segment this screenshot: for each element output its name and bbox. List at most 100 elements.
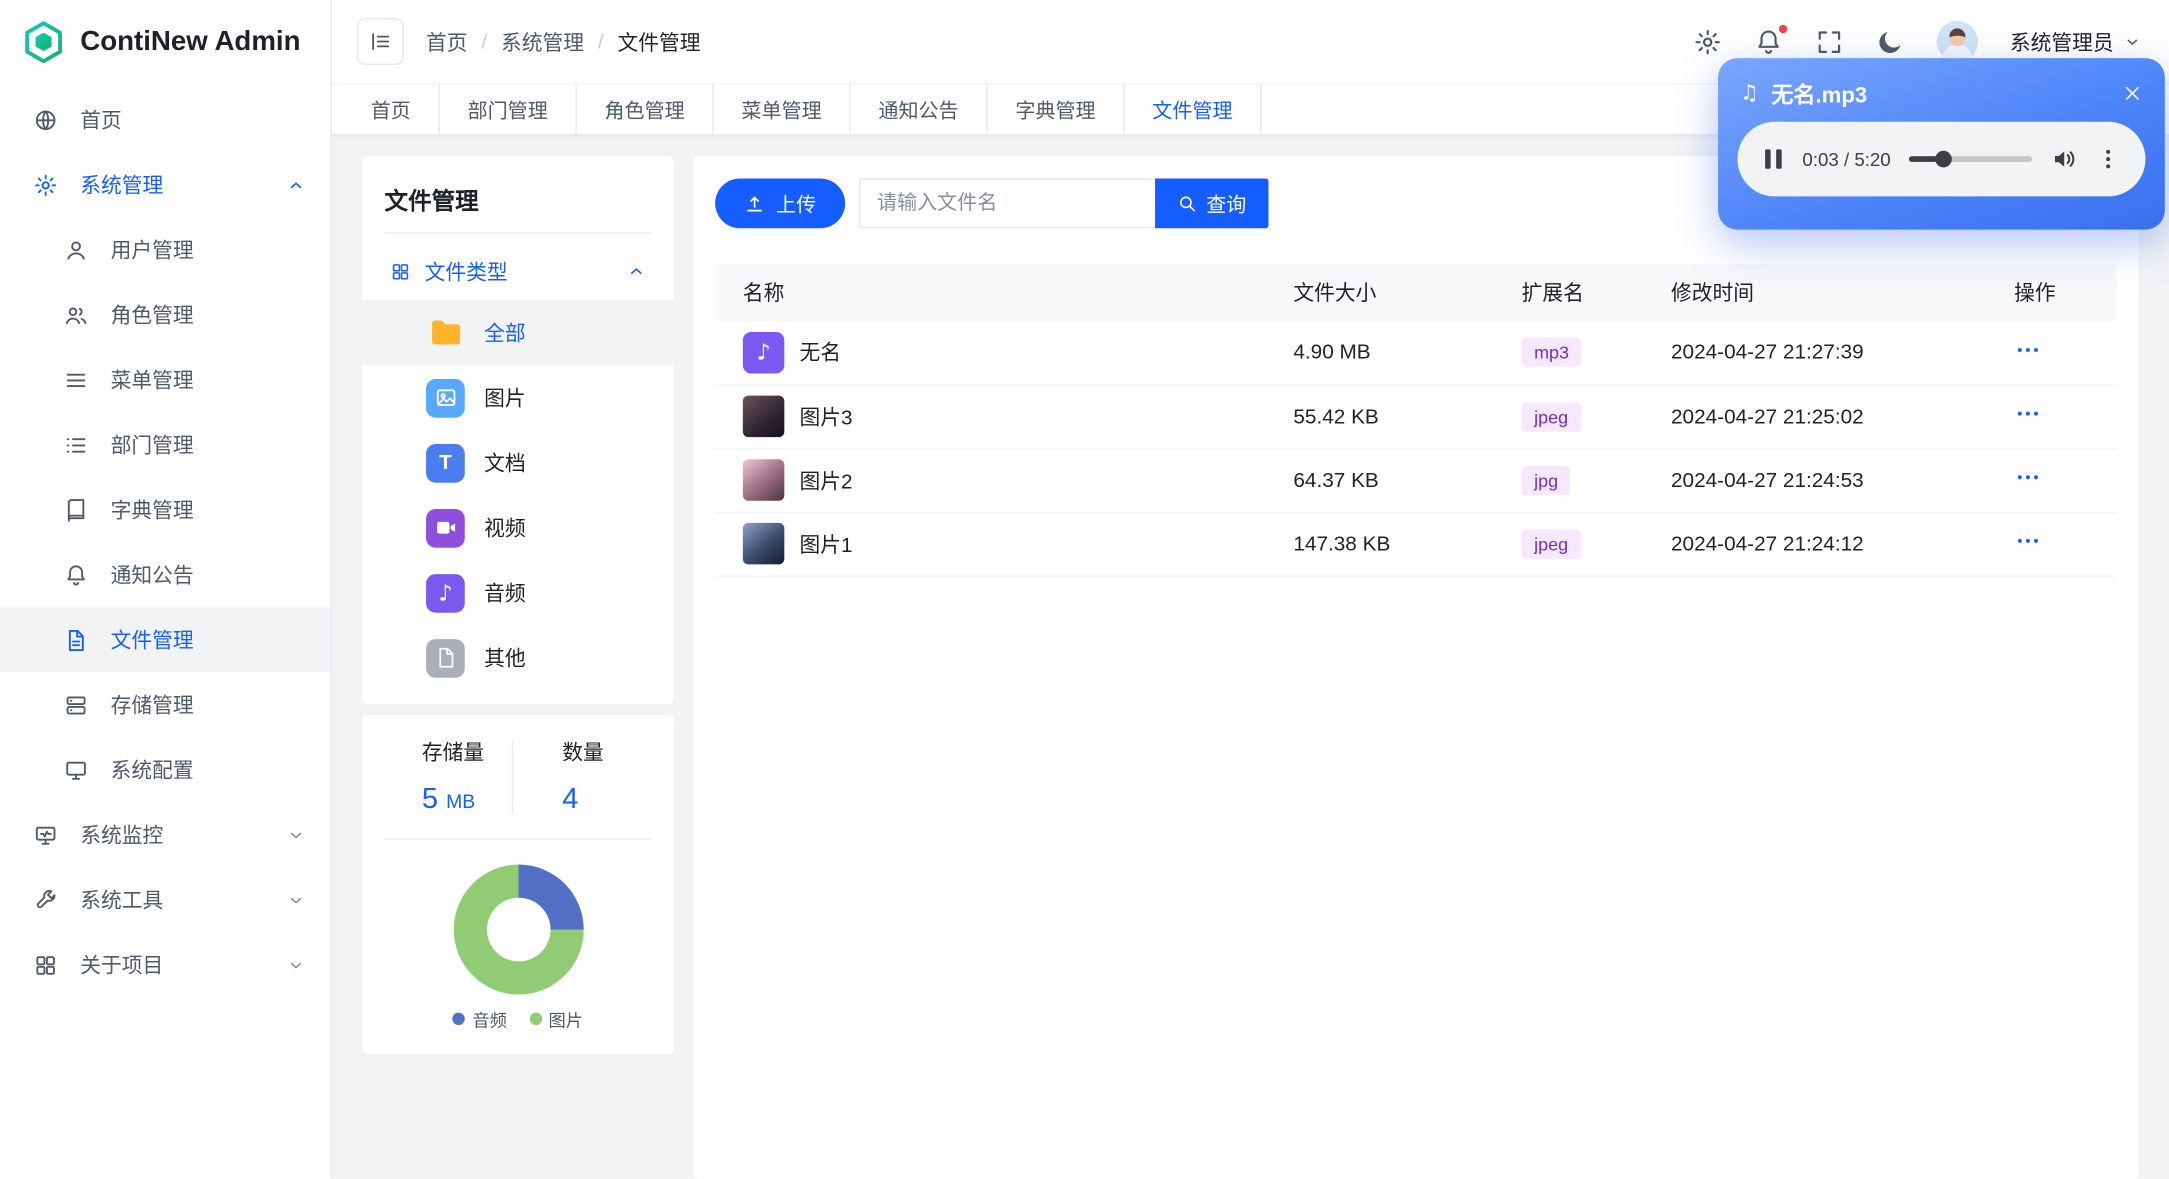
topbar-actions: 系统管理员 xyxy=(1693,20,2141,63)
sidebar-item-系统工具[interactable]: 系统工具 xyxy=(0,867,331,932)
sidebar-item-label: 字典管理 xyxy=(110,499,194,523)
sidebar-item-label: 系统监控 xyxy=(80,824,164,848)
sidebar-item-系统管理[interactable]: 系统管理 xyxy=(0,152,331,217)
actions-cell xyxy=(2014,448,2117,513)
legend-item-图片[interactable]: 图片 xyxy=(529,1006,583,1032)
query-button[interactable]: 查询 xyxy=(1155,178,1269,229)
sidebar-item-用户管理[interactable]: 用户管理 xyxy=(0,217,331,282)
sidebar-item-通知公告[interactable]: 通知公告 xyxy=(0,542,331,607)
tab-字典管理[interactable]: 字典管理 xyxy=(987,84,1125,135)
legend-label: 音频 xyxy=(472,1011,507,1031)
table-header-row: 名称 文件大小 扩展名 修改时间 操作 xyxy=(715,264,2117,321)
avatar[interactable] xyxy=(1936,20,1979,63)
table-row[interactable]: 图片1 147.38 KB jpeg 2024-04-27 21:24:12 xyxy=(715,511,2117,577)
file-type-视频[interactable]: 视频 xyxy=(362,495,673,560)
extension-badge: jpeg xyxy=(1521,529,1581,559)
app-logo[interactable]: ContiNew Admin xyxy=(0,0,331,83)
sidebar-item-label: 关于项目 xyxy=(80,954,164,978)
music-icon: ♪ xyxy=(426,573,465,613)
file-name-cell: 图片1 xyxy=(715,511,1294,577)
count-label: 数量 xyxy=(562,741,604,765)
chart-legend: 音频 图片 xyxy=(385,1006,652,1035)
player-close-icon[interactable] xyxy=(2122,82,2143,103)
upload-button[interactable]: 上传 xyxy=(715,178,846,229)
sidebar-item-文件管理[interactable]: 文件管理 xyxy=(0,607,331,673)
player-overflow-menu-icon[interactable] xyxy=(2096,147,2121,172)
divider xyxy=(384,232,652,234)
table-row[interactable]: 图片2 64.37 KB jpg 2024-04-27 21:24:53 xyxy=(715,448,2117,513)
modified-time-cell: 2024-04-27 21:24:53 xyxy=(1671,448,2015,513)
volume-icon[interactable] xyxy=(2050,145,2078,173)
filename-search-input[interactable] xyxy=(859,178,1156,229)
column-header-操作: 操作 xyxy=(2014,264,2117,321)
sidebar-item-角色管理[interactable]: 角色管理 xyxy=(0,282,331,347)
sidebar-item-字典管理[interactable]: 字典管理 xyxy=(0,477,331,542)
tab-角色管理[interactable]: 角色管理 xyxy=(576,84,714,135)
file-size-cell: 64.37 KB xyxy=(1293,448,1522,513)
file-type-全部[interactable]: 全部 xyxy=(362,300,674,366)
sidebar-item-存储管理[interactable]: 存储管理 xyxy=(0,672,331,737)
column-header-文件大小: 文件大小 xyxy=(1293,264,1522,321)
sidebar-item-菜单管理[interactable]: 菜单管理 xyxy=(0,347,331,412)
file-table-panel: 上传 查询 名称文件大小扩展名修改时间操作 ♪ 无名 4.90 MBmp3 2024-… xyxy=(693,156,2139,1179)
search-group: 查询 xyxy=(859,178,1269,229)
breadcrumb-item[interactable]: 系统管理 xyxy=(501,27,584,56)
sidebar-item-部门管理[interactable]: 部门管理 xyxy=(0,412,331,477)
sidebar-item-系统配置[interactable]: 系统配置 xyxy=(0,737,331,802)
table-row[interactable]: 图片3 55.42 KB jpeg 2024-04-27 21:25:02 xyxy=(715,384,2117,449)
menu-icon xyxy=(64,367,89,392)
gear-icon xyxy=(33,172,58,197)
tab-菜单管理[interactable]: 菜单管理 xyxy=(713,84,851,135)
tab-文件管理[interactable]: 文件管理 xyxy=(1124,84,1262,135)
extension-cell: jpg xyxy=(1521,448,1672,513)
actions-cell xyxy=(2014,320,2117,386)
extension-cell: jpeg xyxy=(1521,511,1672,577)
bell-icon[interactable] xyxy=(1754,22,1789,56)
moon-icon[interactable] xyxy=(1876,27,1905,56)
user-name: 系统管理员 xyxy=(2009,31,2114,55)
modified-time-cell: 2024-04-27 21:24:12 xyxy=(1671,511,2015,577)
file-name: 图片1 xyxy=(799,533,853,557)
donut-hole xyxy=(486,897,550,962)
divider xyxy=(384,838,652,840)
file-type-音频[interactable]: ♪ 音频 xyxy=(362,560,673,625)
tab-通知公告[interactable]: 通知公告 xyxy=(850,84,988,135)
chart-area xyxy=(385,859,652,1006)
sidebar-item-label: 存储管理 xyxy=(110,694,194,718)
file-type-tree-root[interactable]: 文件类型 xyxy=(385,242,652,300)
sidebar-item-首页[interactable]: 首页 xyxy=(0,87,331,152)
file-type-文档[interactable]: T 文档 xyxy=(362,430,673,495)
legend-item-音频[interactable]: 音频 xyxy=(453,1006,507,1032)
file-name-cell: 图片2 xyxy=(715,448,1294,513)
row-actions-button[interactable] xyxy=(2014,336,2042,364)
gear-icon[interactable] xyxy=(1693,27,1722,56)
sidebar-item-关于项目[interactable]: 关于项目 xyxy=(0,932,331,997)
pause-button[interactable] xyxy=(1762,147,1784,172)
legend-dot xyxy=(529,1012,542,1026)
fullscreen-icon[interactable] xyxy=(1815,27,1844,56)
chevron-down-icon xyxy=(286,825,305,844)
breadcrumb-item[interactable]: 文件管理 xyxy=(617,27,700,56)
folder-icon xyxy=(426,313,465,352)
tab-部门管理[interactable]: 部门管理 xyxy=(439,84,577,135)
legend-dot xyxy=(453,1012,466,1026)
tab-首页[interactable]: 首页 xyxy=(343,84,440,135)
seek-slider[interactable] xyxy=(1908,150,2033,168)
user-icon xyxy=(64,237,89,262)
file-type-图片[interactable]: 图片 xyxy=(362,365,673,430)
breadcrumb-item[interactable]: 首页 xyxy=(426,27,468,56)
file-type-其他[interactable]: 其他 xyxy=(362,625,673,690)
row-actions-button[interactable] xyxy=(2014,400,2042,428)
sidebar-item-label: 部门管理 xyxy=(110,434,194,458)
column-header-扩展名: 扩展名 xyxy=(1521,264,1672,321)
seek-thumb[interactable] xyxy=(1934,150,1952,168)
stats-panel: 存储量 5 MB 数量 4 音频 图片 xyxy=(362,715,674,1055)
sidebar-item-系统监控[interactable]: 系统监控 xyxy=(0,802,331,867)
table-row[interactable]: ♪ 无名 4.90 MB mp3 2024-04-27 21:27:39 xyxy=(715,320,2117,386)
sidebar-item-label: 通知公告 xyxy=(110,564,194,588)
row-actions-button[interactable] xyxy=(2014,527,2042,555)
user-menu[interactable]: 系统管理员 xyxy=(2010,27,2141,56)
collapse-sidebar-button[interactable] xyxy=(356,17,404,66)
globe-icon xyxy=(33,107,58,132)
row-actions-button[interactable] xyxy=(2014,463,2042,491)
